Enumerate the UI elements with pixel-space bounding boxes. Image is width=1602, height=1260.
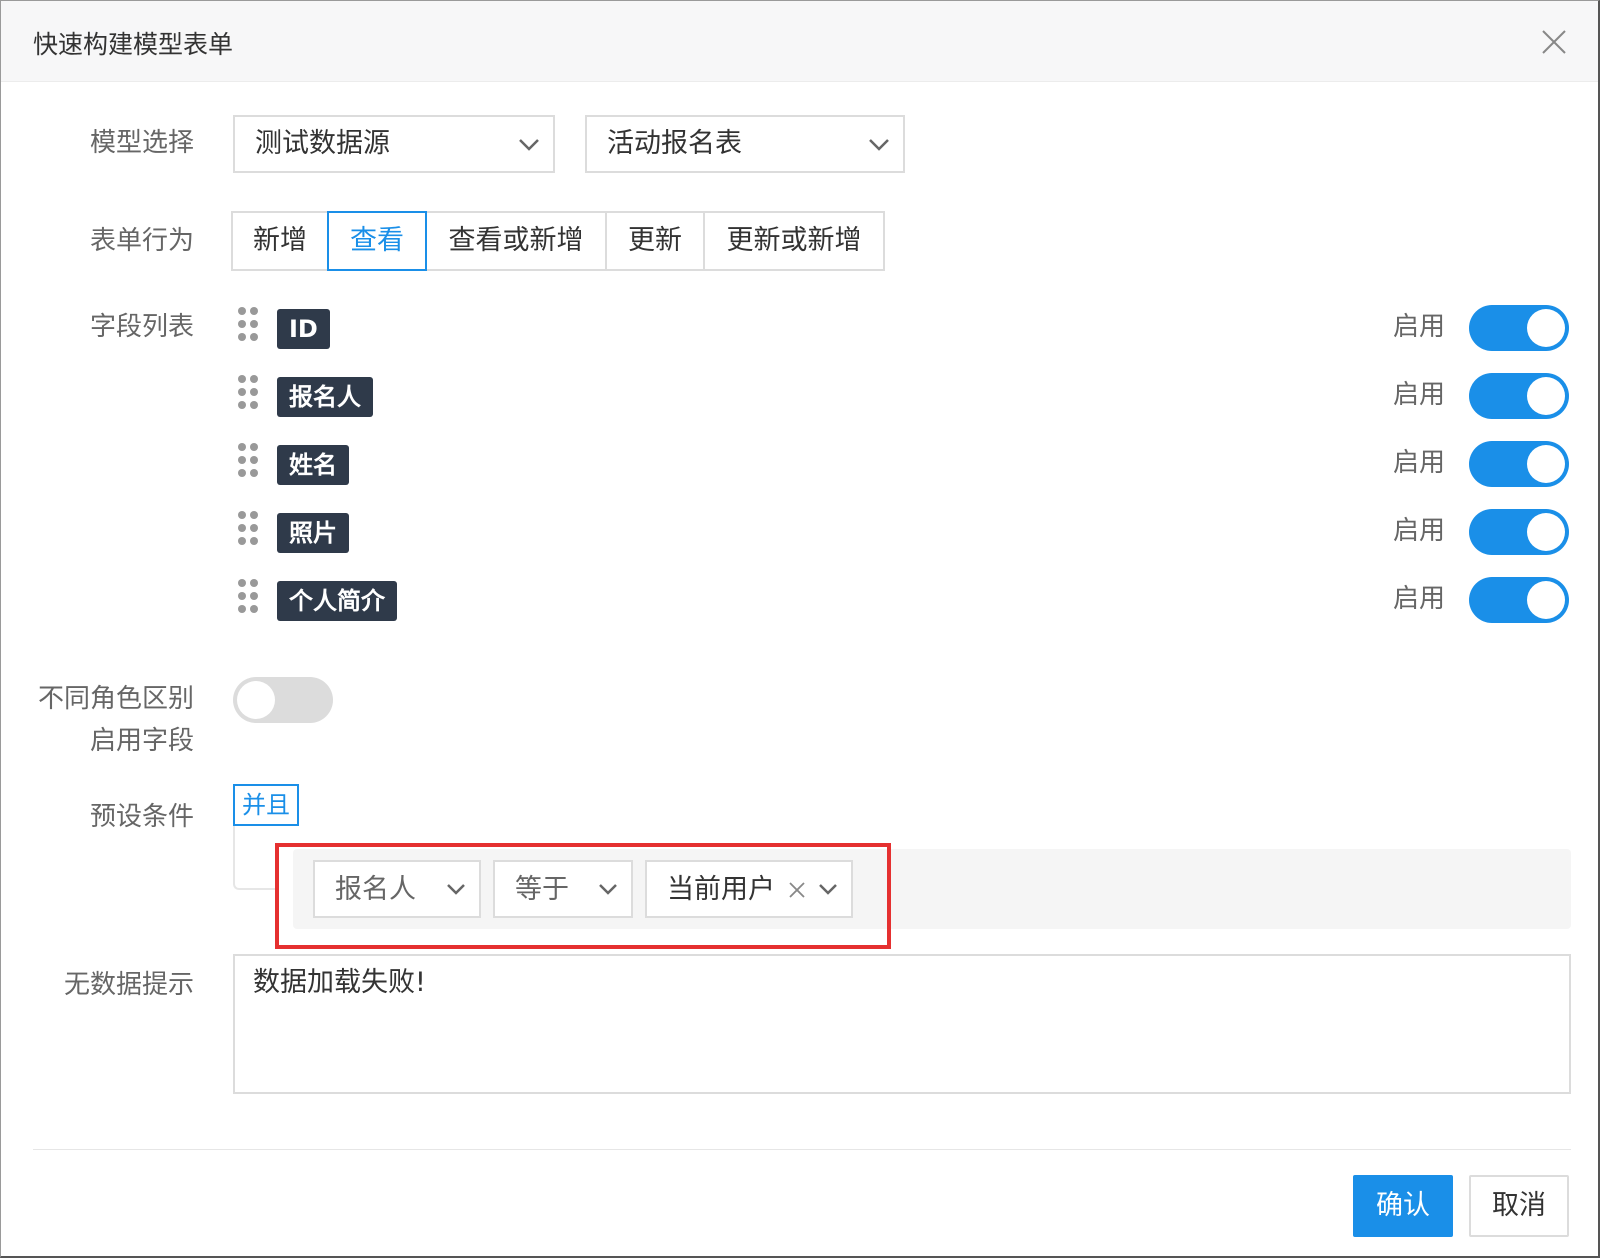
- toggle-knob: [1527, 581, 1565, 619]
- field-enable-label: 启用: [1393, 584, 1446, 614]
- drag-handle-icon[interactable]: [237, 305, 259, 349]
- behavior-option-update[interactable]: 更新: [605, 211, 705, 271]
- field-enable-label: 启用: [1393, 448, 1446, 478]
- table-value: 活动报名表: [607, 128, 742, 159]
- condition-value: 当前用户: [667, 874, 775, 905]
- field-enable-toggle[interactable]: [1469, 509, 1569, 555]
- drag-handle-icon[interactable]: [237, 509, 259, 553]
- field-tag: 姓名: [277, 445, 349, 485]
- field-enable-toggle[interactable]: [1469, 305, 1569, 351]
- field-tag: 个人简介: [277, 581, 397, 621]
- clear-icon[interactable]: [787, 880, 807, 900]
- chevron-down-icon: [447, 884, 465, 895]
- toggle-knob: [237, 681, 275, 719]
- field-enable-label: 启用: [1393, 312, 1446, 342]
- preset-label: 预设条件: [89, 802, 194, 832]
- behavior-button-group: 新增 查看 查看或新增 更新 更新或新增: [231, 211, 885, 271]
- dialog-header: 快速构建模型表单: [1, 1, 1598, 82]
- condition-field-value: 报名人: [335, 874, 416, 905]
- behavior-label: 表单行为: [89, 226, 194, 256]
- role-label-line1: 不同角色区别: [37, 684, 194, 714]
- chevron-down-icon: [819, 884, 837, 895]
- toggle-knob: [1527, 309, 1565, 347]
- role-fields-toggle[interactable]: [233, 677, 333, 723]
- footer-divider: [33, 1149, 1571, 1150]
- field-tag: 照片: [277, 513, 349, 553]
- field-tag: ID: [277, 309, 330, 349]
- field-row: 个人简介 启用: [237, 577, 1569, 627]
- confirm-button[interactable]: 确认: [1353, 1175, 1453, 1237]
- datasource-value: 测试数据源: [255, 128, 390, 159]
- quick-build-dialog: 快速构建模型表单 模型选择 测试数据源 活动报名表 表单行为 新增 查看 查看或…: [0, 0, 1600, 1258]
- table-select[interactable]: 活动报名表: [585, 115, 905, 173]
- field-tag: 报名人: [277, 377, 373, 417]
- drag-handle-icon[interactable]: [237, 577, 259, 621]
- behavior-option-view-or-add[interactable]: 查看或新增: [425, 211, 607, 271]
- chevron-down-icon: [519, 139, 539, 151]
- fields-label: 字段列表: [89, 312, 194, 342]
- close-icon[interactable]: [1539, 27, 1569, 57]
- field-enable-toggle[interactable]: [1469, 373, 1569, 419]
- field-row: 照片 启用: [237, 509, 1569, 559]
- datasource-select[interactable]: 测试数据源: [233, 115, 555, 173]
- toggle-knob: [1527, 377, 1565, 415]
- behavior-option-update-or-add[interactable]: 更新或新增: [703, 211, 885, 271]
- behavior-option-add[interactable]: 新增: [231, 211, 329, 271]
- field-enable-label: 启用: [1393, 516, 1446, 546]
- chevron-down-icon: [869, 139, 889, 151]
- field-row: 报名人 启用: [237, 373, 1569, 423]
- condition-value-select[interactable]: 当前用户: [645, 860, 853, 918]
- condition-bracket: [233, 826, 275, 890]
- field-enable-label: 启用: [1393, 380, 1446, 410]
- dialog-title: 快速构建模型表单: [33, 30, 234, 59]
- field-row: 姓名 启用: [237, 441, 1569, 491]
- role-label-line2: 启用字段: [89, 726, 194, 756]
- chevron-down-icon: [599, 884, 617, 895]
- condition-operator-select[interactable]: 等于: [493, 860, 633, 918]
- toggle-knob: [1527, 445, 1565, 483]
- behavior-option-view[interactable]: 查看: [327, 211, 427, 271]
- drag-handle-icon[interactable]: [237, 441, 259, 485]
- field-enable-toggle[interactable]: [1469, 577, 1569, 623]
- condition-row: 报名人 等于 当前用户: [293, 849, 1571, 929]
- empty-hint-label: 无数据提示: [63, 970, 194, 1000]
- cancel-button[interactable]: 取消: [1469, 1175, 1569, 1237]
- toggle-knob: [1527, 513, 1565, 551]
- model-select-label: 模型选择: [89, 128, 194, 158]
- logic-and-button[interactable]: 并且: [233, 784, 299, 826]
- condition-field-select[interactable]: 报名人: [313, 860, 481, 918]
- field-row: ID 启用: [237, 305, 1569, 355]
- empty-hint-textarea[interactable]: 数据加载失败!: [233, 954, 1571, 1094]
- drag-handle-icon[interactable]: [237, 373, 259, 417]
- field-enable-toggle[interactable]: [1469, 441, 1569, 487]
- condition-operator-value: 等于: [515, 874, 569, 905]
